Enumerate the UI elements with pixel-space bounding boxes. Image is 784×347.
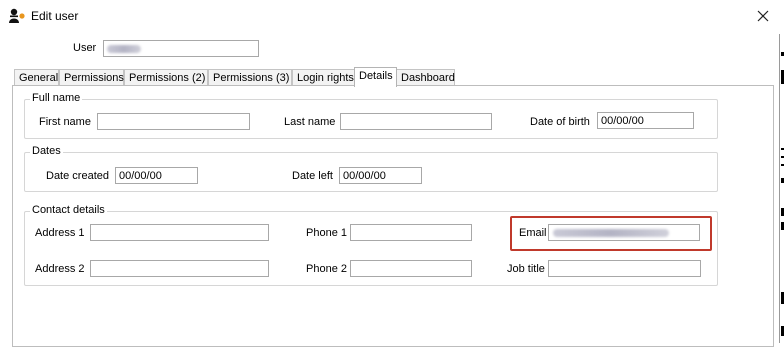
job-title-field[interactable] bbox=[548, 260, 701, 277]
tab-dashboard[interactable]: Dashboard bbox=[396, 69, 455, 86]
phone1-field[interactable] bbox=[350, 224, 472, 241]
last-name-label: Last name bbox=[284, 116, 336, 128]
first-name-field[interactable] bbox=[97, 113, 250, 130]
phone1-label: Phone 1 bbox=[306, 227, 347, 239]
date-created-label: Date created bbox=[46, 170, 109, 182]
close-icon bbox=[757, 10, 769, 22]
edit-user-dialog: Edit user User General Permissions Permi… bbox=[0, 0, 780, 347]
address2-field[interactable] bbox=[90, 260, 269, 277]
contact-details-legend: Contact details bbox=[30, 204, 107, 216]
email-label: Email bbox=[519, 227, 547, 239]
user-label: User bbox=[73, 42, 97, 54]
user-value-obscured bbox=[107, 45, 141, 53]
last-name-field[interactable] bbox=[340, 113, 492, 130]
phone2-field[interactable] bbox=[350, 260, 472, 277]
tab-permissions-3[interactable]: Permissions (3) bbox=[208, 69, 292, 86]
dob-label: Date of birth bbox=[530, 116, 590, 128]
address1-label: Address 1 bbox=[35, 227, 85, 239]
close-button[interactable] bbox=[752, 6, 774, 26]
date-left-field[interactable] bbox=[339, 167, 422, 184]
tab-general[interactable]: General bbox=[14, 69, 59, 86]
date-created-field[interactable] bbox=[115, 167, 198, 184]
tab-details[interactable]: Details bbox=[354, 67, 397, 87]
phone2-label: Phone 2 bbox=[306, 263, 347, 275]
tab-permissions[interactable]: Permissions bbox=[59, 69, 124, 86]
date-left-label: Date left bbox=[292, 170, 333, 182]
window-title: Edit user bbox=[31, 9, 79, 23]
email-field[interactable] bbox=[548, 224, 700, 241]
dates-legend: Dates bbox=[30, 145, 63, 157]
tab-permissions-2[interactable]: Permissions (2) bbox=[124, 69, 208, 86]
address1-field[interactable] bbox=[90, 224, 269, 241]
user-app-icon bbox=[9, 8, 25, 23]
tab-login-rights[interactable]: Login rights bbox=[292, 69, 355, 86]
email-value-obscured bbox=[553, 229, 669, 237]
title-bar: Edit user bbox=[0, 0, 780, 34]
dob-field[interactable] bbox=[597, 112, 694, 129]
job-title-label: Job title bbox=[507, 263, 545, 275]
user-field[interactable] bbox=[103, 40, 259, 57]
full-name-legend: Full name bbox=[30, 92, 83, 104]
address2-label: Address 2 bbox=[35, 263, 85, 275]
first-name-label: First name bbox=[39, 116, 91, 128]
